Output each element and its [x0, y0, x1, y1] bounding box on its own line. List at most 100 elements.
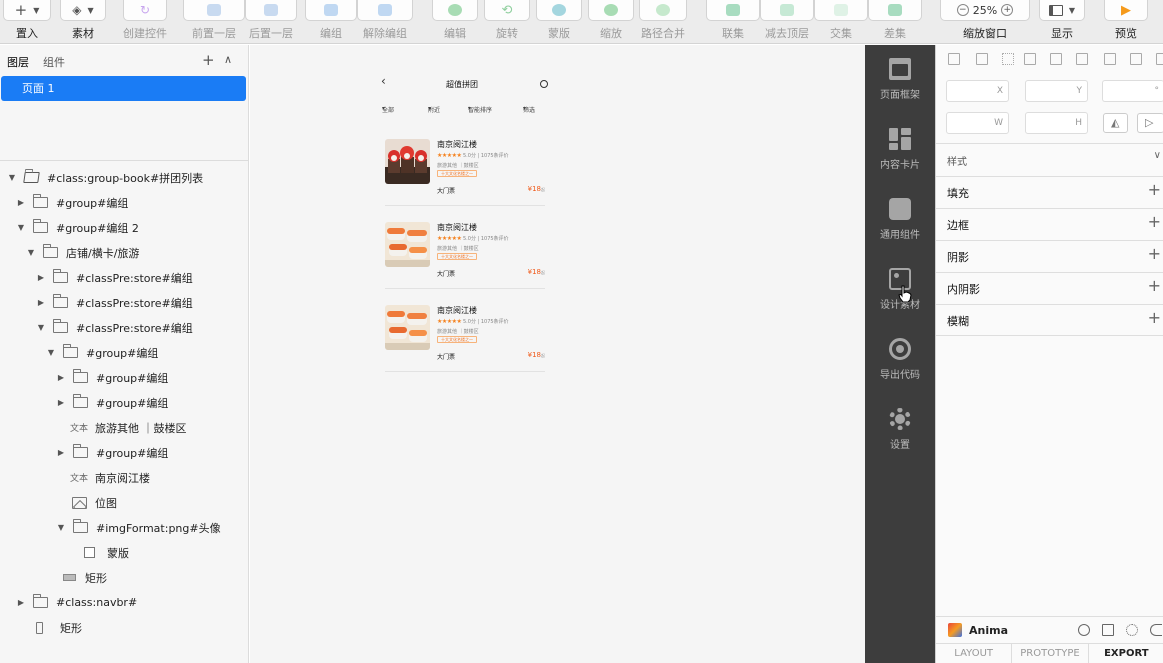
preview-button[interactable]: ▶: [1104, 0, 1148, 21]
tab-components[interactable]: 组件: [43, 54, 65, 70]
bring-forward-tool[interactable]: 前置一层: [183, 0, 245, 44]
distribute-vertical-icon[interactable]: [976, 53, 988, 65]
blur-section[interactable]: 模糊 +: [947, 304, 1163, 336]
insert-tool[interactable]: + ▼ 置入: [2, 0, 52, 44]
create-control-button[interactable]: ↻: [123, 0, 167, 21]
layer-row[interactable]: ▶ #class:navbr#: [15, 590, 137, 615]
anima-record-icon[interactable]: [1078, 624, 1090, 636]
y-field[interactable]: Y: [1025, 80, 1088, 102]
ungroup-tool[interactable]: 解除编组: [357, 0, 413, 44]
align-right-icon[interactable]: [1076, 53, 1088, 65]
rotate-tool[interactable]: ⟲ 旋转: [484, 0, 530, 44]
add-page-icon[interactable]: +: [202, 51, 215, 69]
plugin-common-components[interactable]: 通用组件: [865, 198, 935, 241]
subtract-button[interactable]: [760, 0, 814, 21]
add-border-icon[interactable]: +: [1148, 212, 1161, 231]
intersect-button[interactable]: [814, 0, 868, 21]
mask-tool[interactable]: 蒙版: [536, 0, 582, 44]
inner-shadow-section[interactable]: 内阴影 +: [947, 272, 1163, 304]
insert-button[interactable]: + ▼: [3, 0, 51, 21]
flip-vertical-button[interactable]: ▷: [1137, 113, 1163, 133]
zoom-in-icon[interactable]: +: [1001, 4, 1014, 16]
width-field[interactable]: W: [946, 112, 1009, 134]
collapsed-arrow-icon[interactable]: ▶: [35, 298, 47, 307]
page-item[interactable]: 页面 1: [1, 76, 246, 101]
path-merge-tool[interactable]: 路径合并: [638, 0, 688, 44]
add-shadow-icon[interactable]: +: [1148, 244, 1161, 263]
layer-row[interactable]: 蒙版: [84, 540, 129, 565]
preview-tool[interactable]: ▶ 预览: [1104, 0, 1148, 44]
anima-share-icon[interactable]: [1150, 624, 1162, 636]
layer-row[interactable]: ▶ #group#编组: [55, 390, 168, 415]
store-card[interactable]: 南京阅江楼 ★★★★★ 5.0分 | 1075条评价 旅游其他 ｜鼓楼区 十大文…: [385, 131, 545, 206]
layer-row[interactable]: ▼ #classPre:store#编组: [35, 315, 193, 340]
collapsed-arrow-icon[interactable]: ▶: [15, 598, 27, 607]
plugin-page-frame[interactable]: 页面框架: [865, 58, 935, 101]
align-top-icon[interactable]: [948, 53, 960, 65]
expanded-arrow-icon[interactable]: ▼: [45, 348, 57, 357]
assets-tool[interactable]: ◈ ▼ 素材: [59, 0, 107, 44]
layer-row[interactable]: ▶ #group#编组: [15, 190, 128, 215]
scale-button[interactable]: [588, 0, 634, 21]
store-card[interactable]: 南京阅江楼 ★★★★★ 5.0分 | 1075条评价 旅游其他 ｜鼓楼区 十大文…: [385, 297, 545, 372]
display-button[interactable]: ▼: [1039, 0, 1085, 21]
tab-layers[interactable]: 图层: [7, 54, 29, 70]
add-fill-icon[interactable]: +: [1148, 180, 1161, 199]
rotation-field[interactable]: °: [1102, 80, 1163, 102]
layer-row[interactable]: ▼ #imgFormat:png#头像: [55, 515, 221, 540]
chevron-down-icon[interactable]: ∨: [1154, 150, 1161, 161]
zoom-control[interactable]: − 25% +: [940, 0, 1030, 21]
canvas[interactable]: ‹ 超值拼团 全部 ▾ 附近 ▾ 智能排序 ▾ 筛选 ▾ 南京阅江楼 ★★★★★…: [250, 45, 865, 663]
path-merge-button[interactable]: [639, 0, 687, 21]
search-icon[interactable]: [540, 80, 548, 88]
group-button[interactable]: [305, 0, 357, 21]
collapsed-arrow-icon[interactable]: ▶: [55, 373, 67, 382]
difference-button[interactable]: [868, 0, 922, 21]
layer-row[interactable]: 矩形: [63, 565, 107, 590]
height-field[interactable]: H: [1025, 112, 1088, 134]
expanded-arrow-icon[interactable]: ▼: [25, 248, 37, 257]
filter-all[interactable]: 全部 ▾: [382, 105, 394, 114]
tab-layout[interactable]: LAYOUT: [936, 644, 1013, 663]
align-center-h-icon[interactable]: [1050, 53, 1062, 65]
mask-button[interactable]: [536, 0, 582, 21]
expanded-arrow-icon[interactable]: ▼: [6, 173, 18, 182]
layer-row[interactable]: ▼ 店铺/横卡/旅游: [25, 240, 139, 265]
layer-row[interactable]: 文本 旅游其他 ｜鼓楼区: [70, 415, 187, 440]
border-section[interactable]: 边框 +: [947, 208, 1163, 240]
align-top-edge-icon[interactable]: [1104, 53, 1116, 65]
tab-export[interactable]: EXPORT: [1089, 644, 1163, 663]
align-bottom-icon[interactable]: [1156, 53, 1163, 65]
layer-row[interactable]: ▶ #classPre:store#编组: [35, 290, 193, 315]
add-inner-shadow-icon[interactable]: +: [1148, 276, 1161, 295]
expanded-arrow-icon[interactable]: ▼: [35, 323, 47, 332]
intersect-tool[interactable]: 交集: [814, 0, 868, 44]
collapsed-arrow-icon[interactable]: ▶: [15, 198, 27, 207]
filter-screen[interactable]: 筛选 ▾: [523, 105, 535, 114]
style-section[interactable]: 样式 ∨: [947, 144, 1163, 176]
layer-row[interactable]: 文本 南京阅江楼: [70, 465, 150, 490]
add-blur-icon[interactable]: +: [1148, 308, 1161, 327]
layer-row[interactable]: ▼ #group#编组 2: [15, 215, 139, 240]
plugin-content-cards[interactable]: 内容卡片: [865, 128, 935, 171]
store-card[interactable]: 南京阅江楼 ★★★★★ 5.0分 | 1075条评价 旅游其他 ｜鼓楼区 十大文…: [385, 214, 545, 289]
collapse-icon[interactable]: ∧: [224, 53, 232, 66]
rotate-button[interactable]: ⟲: [484, 0, 530, 21]
layer-row[interactable]: ▶ #group#编组: [55, 440, 168, 465]
layer-row[interactable]: ▶ #group#编组: [55, 365, 168, 390]
flip-horizontal-button[interactable]: ◭: [1103, 113, 1128, 133]
collapsed-arrow-icon[interactable]: ▶: [55, 448, 67, 457]
collapsed-arrow-icon[interactable]: ▶: [35, 273, 47, 282]
expanded-arrow-icon[interactable]: ▼: [55, 523, 67, 532]
difference-tool[interactable]: 差集: [868, 0, 922, 44]
bring-forward-button[interactable]: [183, 0, 245, 21]
anima-layout-icon[interactable]: [1102, 624, 1114, 636]
expanded-arrow-icon[interactable]: ▼: [15, 223, 27, 232]
filter-nearby[interactable]: 附近 ▾: [428, 105, 440, 114]
zoom-out-icon[interactable]: −: [956, 4, 969, 16]
union-tool[interactable]: 联集: [706, 0, 760, 44]
display-tool[interactable]: ▼ 显示: [1039, 0, 1085, 44]
anima-gear-icon[interactable]: [1126, 624, 1138, 636]
send-backward-tool[interactable]: 后置一层: [245, 0, 297, 44]
edit-tool[interactable]: 编辑: [432, 0, 478, 44]
